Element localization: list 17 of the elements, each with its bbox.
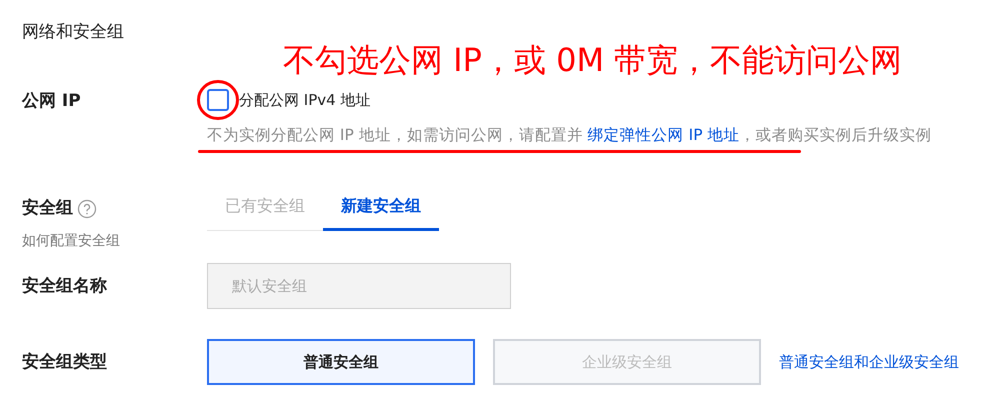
help-link[interactable]: 如何配置安全组 [22, 231, 120, 252]
annotation-text: 不勾选公网 IP，或 0M 带宽，不能访问公网 [283, 40, 902, 81]
field-label: 安全组名称 [22, 275, 107, 298]
section-title: 网络和安全组 [22, 21, 124, 44]
option-button[interactable]: 普通安全组 [207, 339, 475, 385]
hint-text: 不为实例分配公网 IP 地址，如需访问公网，请配置并 绑定弹性公网 IP 地址，或者购买实例后升级实例 [207, 125, 932, 146]
checkbox-box[interactable] [207, 89, 229, 112]
field-label: 安全组类型 [22, 351, 107, 374]
link[interactable]: 普通安全组和企业级安全组 [779, 350, 959, 374]
name-field[interactable]: 默认安全组 [207, 263, 511, 309]
field-label: 公网 IP [22, 90, 81, 113]
field-label: 安全组 [22, 197, 73, 220]
checkbox[interactable]: 分配公网 IPv4 地址 [207, 89, 370, 112]
link[interactable]: 绑定弹性公网 IP 地址 [588, 126, 740, 144]
annotation-circle [196, 79, 240, 121]
help-icon[interactable] [77, 198, 97, 219]
tab[interactable]: 新建安全组 [323, 194, 439, 231]
